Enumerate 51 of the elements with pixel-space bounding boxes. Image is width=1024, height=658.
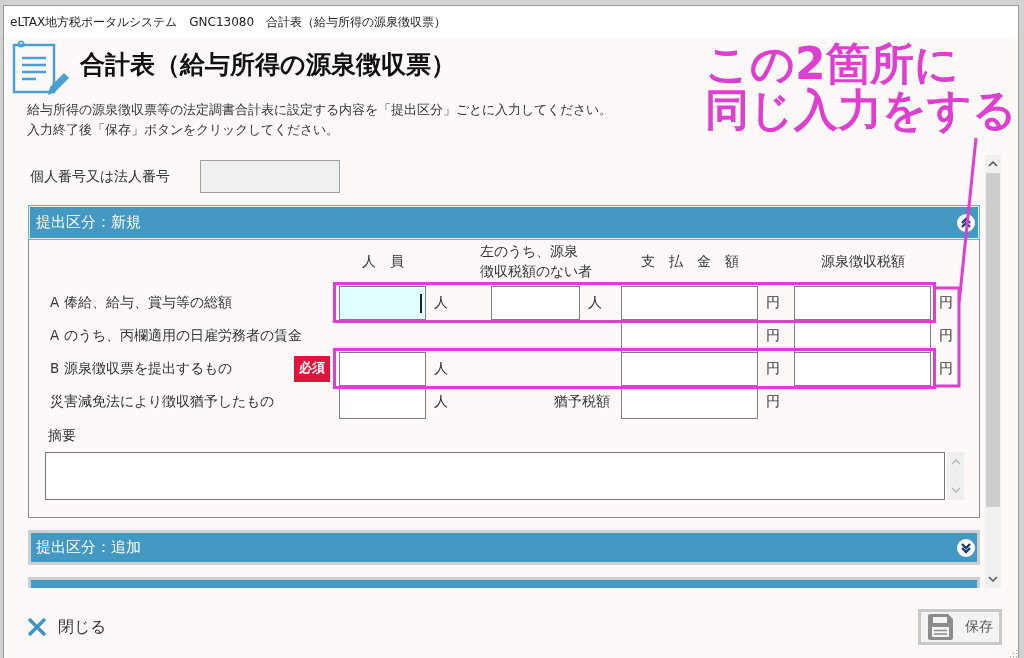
- double-chevron-up-icon[interactable]: [957, 213, 975, 232]
- unit-label: 円: [766, 326, 780, 345]
- vertical-scrollbar[interactable]: [985, 155, 1001, 588]
- scrollbar-thumb[interactable]: [986, 173, 1000, 507]
- unit-label: 円: [766, 359, 780, 378]
- input-field[interactable]: [339, 286, 426, 320]
- column-header: 左のうち、源泉: [479, 242, 578, 261]
- window-title: eLTAX地方税ポータルシステム GNC13080 合計表（給与所得の源泉徴収票）: [10, 13, 447, 31]
- close-icon: [27, 617, 47, 637]
- unit-label: 円: [766, 392, 780, 411]
- input-field[interactable]: [794, 352, 931, 386]
- annotation-text: この2箇所に: [705, 41, 959, 87]
- unit-label: 人: [434, 293, 448, 312]
- row-label: A 俸給、給与、賞与等の総額: [50, 293, 232, 312]
- instruction-text: 入力終了後「保存」ボタンをクリックしてください。: [27, 121, 339, 139]
- row-label: B 源泉徴収票を提出するもの: [50, 359, 232, 378]
- chevron-down-icon[interactable]: [988, 576, 998, 582]
- page-title: 合計表（給与所得の源泉徴収票）: [80, 50, 456, 80]
- row-label: A のうち、丙欄適用の日雇労務者の賃金: [50, 326, 302, 345]
- row-label: 災害減免法により徴収猶予したもの: [50, 392, 274, 411]
- input-field[interactable]: [794, 286, 931, 320]
- section-title: 提出区分：追加: [36, 538, 141, 557]
- unit-label: 円: [939, 359, 953, 378]
- field-label: 摘要: [48, 426, 76, 445]
- input-field[interactable]: [491, 286, 580, 320]
- column-header: 人 員: [361, 252, 404, 271]
- input-field[interactable]: [621, 352, 758, 386]
- text-cursor-icon: [420, 294, 422, 313]
- field-label: 猶予税額: [554, 392, 610, 411]
- column-header: 徴収税額のない者: [479, 262, 592, 281]
- unit-label: 人: [434, 392, 448, 411]
- required-badge: 必須: [294, 355, 330, 382]
- unit-label: 円: [939, 293, 953, 312]
- unit-label: 円: [766, 293, 780, 312]
- column-header: 源泉徴収税額: [820, 252, 905, 271]
- annotation-text: 同じ入力をする: [705, 87, 1017, 133]
- input-field[interactable]: [621, 286, 758, 320]
- field-label: 個人番号又は法人番号: [30, 167, 171, 186]
- column-header: 支 払 金 額: [640, 252, 739, 271]
- input-field[interactable]: [339, 352, 426, 386]
- section-title: 提出区分：新規: [36, 213, 141, 232]
- resize-grip-icon[interactable]: [1009, 649, 1017, 657]
- chevron-up-icon[interactable]: [988, 161, 998, 167]
- unit-label: 人: [434, 359, 448, 378]
- unit-label: 円: [939, 326, 953, 345]
- instruction-text: 給与所得の源泉徴収票等の法定調書合計表に設定する内容を「提出区分」ごとに入力してください。: [27, 101, 612, 119]
- unit-label: 人: [588, 293, 602, 312]
- double-chevron-down-icon[interactable]: [957, 538, 975, 557]
- memo-field[interactable]: [45, 452, 945, 500]
- close-button[interactable]: 閉じる: [25, 612, 108, 642]
- document-pencil-icon: [12, 40, 72, 96]
